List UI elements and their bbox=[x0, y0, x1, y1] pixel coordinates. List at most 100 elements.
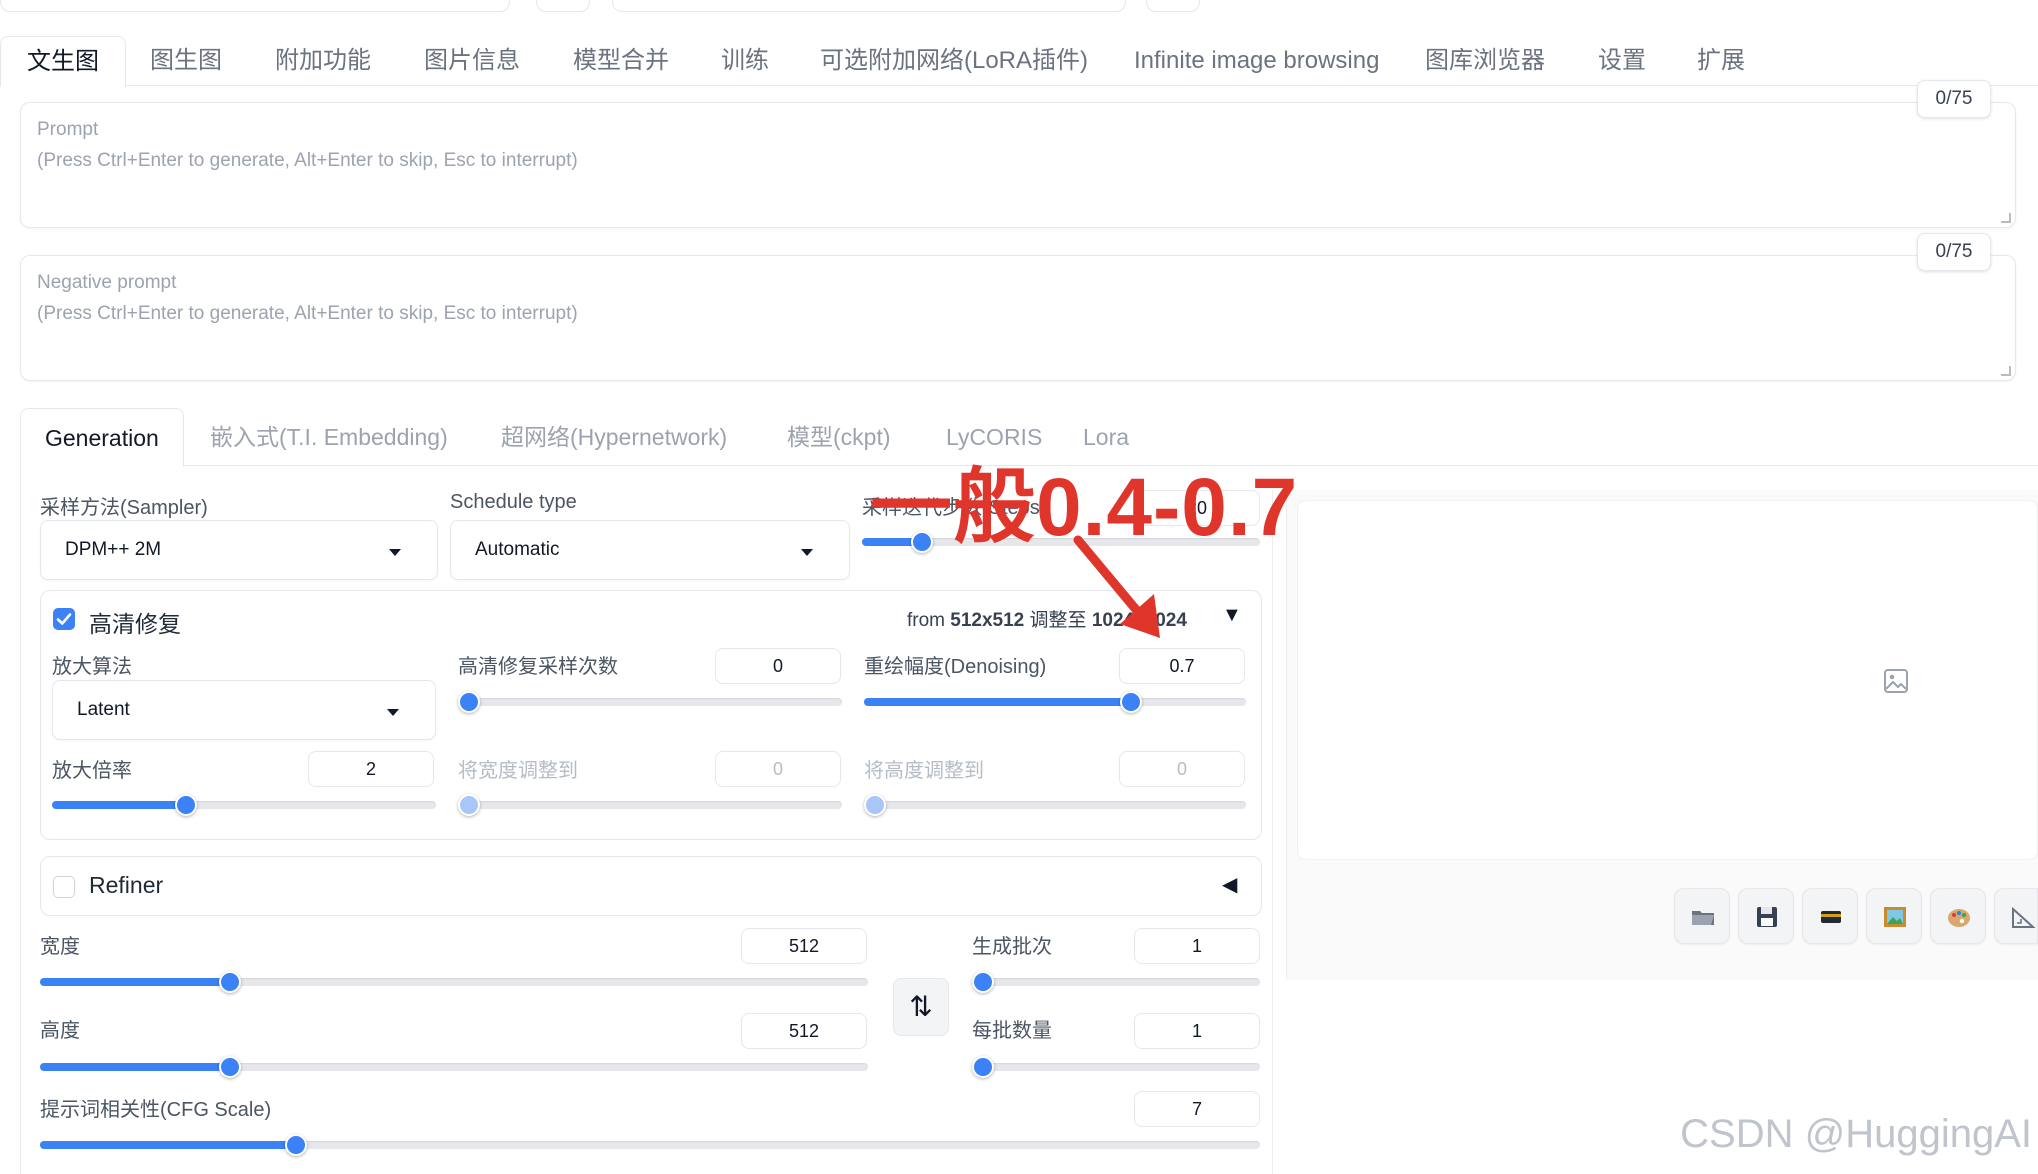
upscale-by-slider[interactable] bbox=[52, 794, 436, 816]
negative-prompt-token-counter: 0/75 bbox=[1917, 233, 1991, 271]
cfg-scale-input[interactable]: 7 bbox=[1134, 1091, 1260, 1127]
model-select-partial[interactable] bbox=[0, 0, 510, 12]
tab-checkpoint-merger[interactable]: 模型合并 bbox=[573, 36, 669, 86]
hires-from-prefix: from bbox=[907, 610, 945, 631]
denoising-input[interactable]: 0.7 bbox=[1119, 648, 1245, 684]
send-to-extras-button[interactable] bbox=[1994, 888, 2038, 944]
batch-count-input[interactable]: 1 bbox=[1134, 928, 1260, 964]
batch-count-slider-thumb[interactable] bbox=[972, 971, 994, 993]
generation-panel-border bbox=[20, 466, 21, 1174]
resize-grip-icon[interactable] bbox=[2001, 366, 2011, 376]
send-to-img2img-button[interactable] bbox=[1866, 888, 1922, 944]
width-slider[interactable] bbox=[40, 971, 868, 993]
watermark: CSDN @HuggingAI bbox=[1680, 1112, 2032, 1156]
cfg-scale-slider[interactable] bbox=[40, 1134, 1260, 1156]
resize-width-label: 将宽度调整到 bbox=[458, 760, 578, 782]
tab-extensions[interactable]: 扩展 bbox=[1697, 36, 1745, 86]
cfg-scale-label: 提示词相关性(CFG Scale) bbox=[40, 1099, 272, 1121]
zip-icon bbox=[1821, 911, 1841, 923]
resize-width-input[interactable]: 0 bbox=[715, 751, 841, 787]
upscaler-label: 放大算法 bbox=[52, 656, 132, 678]
resize-width-slider[interactable] bbox=[458, 794, 842, 816]
hires-steps-label: 高清修复采样次数 bbox=[458, 656, 618, 678]
sampler-dropdown[interactable]: DPM++ 2M bbox=[40, 520, 438, 580]
resize-height-label: 将高度调整到 bbox=[864, 760, 984, 782]
schedule-type-label: Schedule type bbox=[450, 491, 577, 513]
subtab-generation[interactable]: Generation bbox=[20, 408, 184, 467]
refiner-panel[interactable] bbox=[40, 856, 1262, 916]
image-placeholder-icon bbox=[1883, 668, 1909, 699]
hires-steps-slider[interactable] bbox=[458, 691, 842, 713]
batch-count-slider[interactable] bbox=[972, 971, 1260, 993]
hires-collapse-icon[interactable]: ▼ bbox=[1222, 604, 1242, 627]
width-slider-thumb[interactable] bbox=[219, 971, 242, 993]
chevron-down-icon bbox=[387, 709, 399, 716]
resize-height-slider-thumb[interactable] bbox=[864, 794, 886, 816]
send-to-inpaint-icon bbox=[1948, 909, 1970, 927]
hires-fix-checkbox[interactable] bbox=[53, 608, 75, 630]
refiner-expand-icon[interactable]: ◀ bbox=[1222, 872, 1237, 897]
width-input[interactable]: 512 bbox=[741, 928, 867, 964]
swap-icon: ⇅ bbox=[909, 991, 933, 1022]
batch-count-label: 生成批次 bbox=[972, 936, 1052, 958]
refiner-checkbox[interactable] bbox=[53, 876, 75, 898]
height-slider-thumb[interactable] bbox=[219, 1056, 242, 1078]
batch-size-label: 每批数量 bbox=[972, 1020, 1052, 1042]
hires-steps-slider-thumb[interactable] bbox=[458, 691, 480, 713]
hires-fix-label: 高清修复 bbox=[89, 611, 181, 637]
subtab-embedding[interactable]: 嵌入式(T.I. Embedding) bbox=[210, 408, 448, 466]
vae-select-partial[interactable] bbox=[612, 0, 1126, 12]
height-label: 高度 bbox=[40, 1020, 80, 1042]
upscale-by-label: 放大倍率 bbox=[52, 760, 132, 782]
schedule-type-dropdown[interactable]: Automatic bbox=[450, 520, 850, 580]
tab-extras[interactable]: 附加功能 bbox=[275, 36, 371, 86]
top-button-partial[interactable] bbox=[1146, 0, 1200, 12]
height-input[interactable]: 512 bbox=[741, 1013, 867, 1049]
chevron-down-icon bbox=[389, 549, 401, 556]
denoising-slider[interactable] bbox=[864, 691, 1246, 713]
tab-train[interactable]: 训练 bbox=[721, 36, 769, 86]
subtab-hypernetwork[interactable]: 超网络(Hypernetwork) bbox=[501, 408, 727, 466]
zip-button[interactable] bbox=[1802, 888, 1858, 944]
main-tab-bar: 文生图 图生图 附加功能 图片信息 模型合并 训练 可选附加网络(LoRA插件)… bbox=[0, 36, 2038, 87]
resize-width-slider-thumb[interactable] bbox=[458, 794, 480, 816]
batch-size-slider[interactable] bbox=[972, 1056, 1260, 1078]
tab-infinite-image-browsing[interactable]: Infinite image browsing bbox=[1134, 36, 1379, 86]
resize-height-slider[interactable] bbox=[864, 794, 1246, 816]
schedule-type-value: Automatic bbox=[475, 539, 560, 560]
denoising-label: 重绘幅度(Denoising) bbox=[864, 656, 1047, 678]
tab-png-info[interactable]: 图片信息 bbox=[424, 36, 520, 86]
negative-prompt-textarea[interactable]: Negative prompt (Press Ctrl+Enter to gen… bbox=[20, 255, 2016, 381]
send-to-img2img-icon bbox=[1884, 907, 1906, 927]
resize-grip-icon[interactable] bbox=[2001, 213, 2011, 223]
save-button[interactable] bbox=[1738, 888, 1794, 944]
tab-additional-networks[interactable]: 可选附加网络(LoRA插件) bbox=[820, 36, 1088, 86]
tab-image-browser[interactable]: 图库浏览器 bbox=[1425, 36, 1545, 86]
height-slider[interactable] bbox=[40, 1056, 868, 1078]
batch-size-slider-thumb[interactable] bbox=[972, 1056, 994, 1078]
save-icon bbox=[1757, 907, 1777, 927]
send-to-inpaint-button[interactable] bbox=[1930, 888, 1986, 944]
upscale-by-input[interactable]: 2 bbox=[308, 751, 434, 787]
denoising-slider-thumb[interactable] bbox=[1120, 691, 1143, 713]
sampler-label: 采样方法(Sampler) bbox=[40, 497, 208, 519]
prompt-textarea[interactable]: Prompt (Press Ctrl+Enter to generate, Al… bbox=[20, 102, 2016, 228]
hires-steps-input[interactable]: 0 bbox=[715, 648, 841, 684]
upscaler-dropdown[interactable]: Latent bbox=[52, 680, 436, 740]
upscale-by-slider-thumb[interactable] bbox=[175, 794, 198, 816]
cfg-scale-slider-thumb[interactable] bbox=[285, 1134, 308, 1156]
swap-dimensions-button[interactable]: ⇅ bbox=[893, 978, 949, 1036]
refresh-button-partial[interactable] bbox=[536, 0, 590, 12]
send-to-extras-icon bbox=[2012, 906, 2036, 928]
column-divider bbox=[1272, 490, 1273, 1174]
upscaler-value: Latent bbox=[77, 699, 130, 720]
open-folder-button[interactable] bbox=[1674, 888, 1730, 944]
prompt-token-counter: 0/75 bbox=[1917, 80, 1991, 118]
negative-prompt-hint: (Press Ctrl+Enter to generate, Alt+Enter… bbox=[37, 303, 578, 324]
resize-height-input[interactable]: 0 bbox=[1119, 751, 1245, 787]
tab-img2img[interactable]: 图生图 bbox=[150, 36, 222, 86]
chevron-down-icon bbox=[801, 549, 813, 556]
tab-txt2img[interactable]: 文生图 bbox=[0, 36, 126, 87]
tab-settings[interactable]: 设置 bbox=[1598, 36, 1646, 86]
batch-size-input[interactable]: 1 bbox=[1134, 1013, 1260, 1049]
